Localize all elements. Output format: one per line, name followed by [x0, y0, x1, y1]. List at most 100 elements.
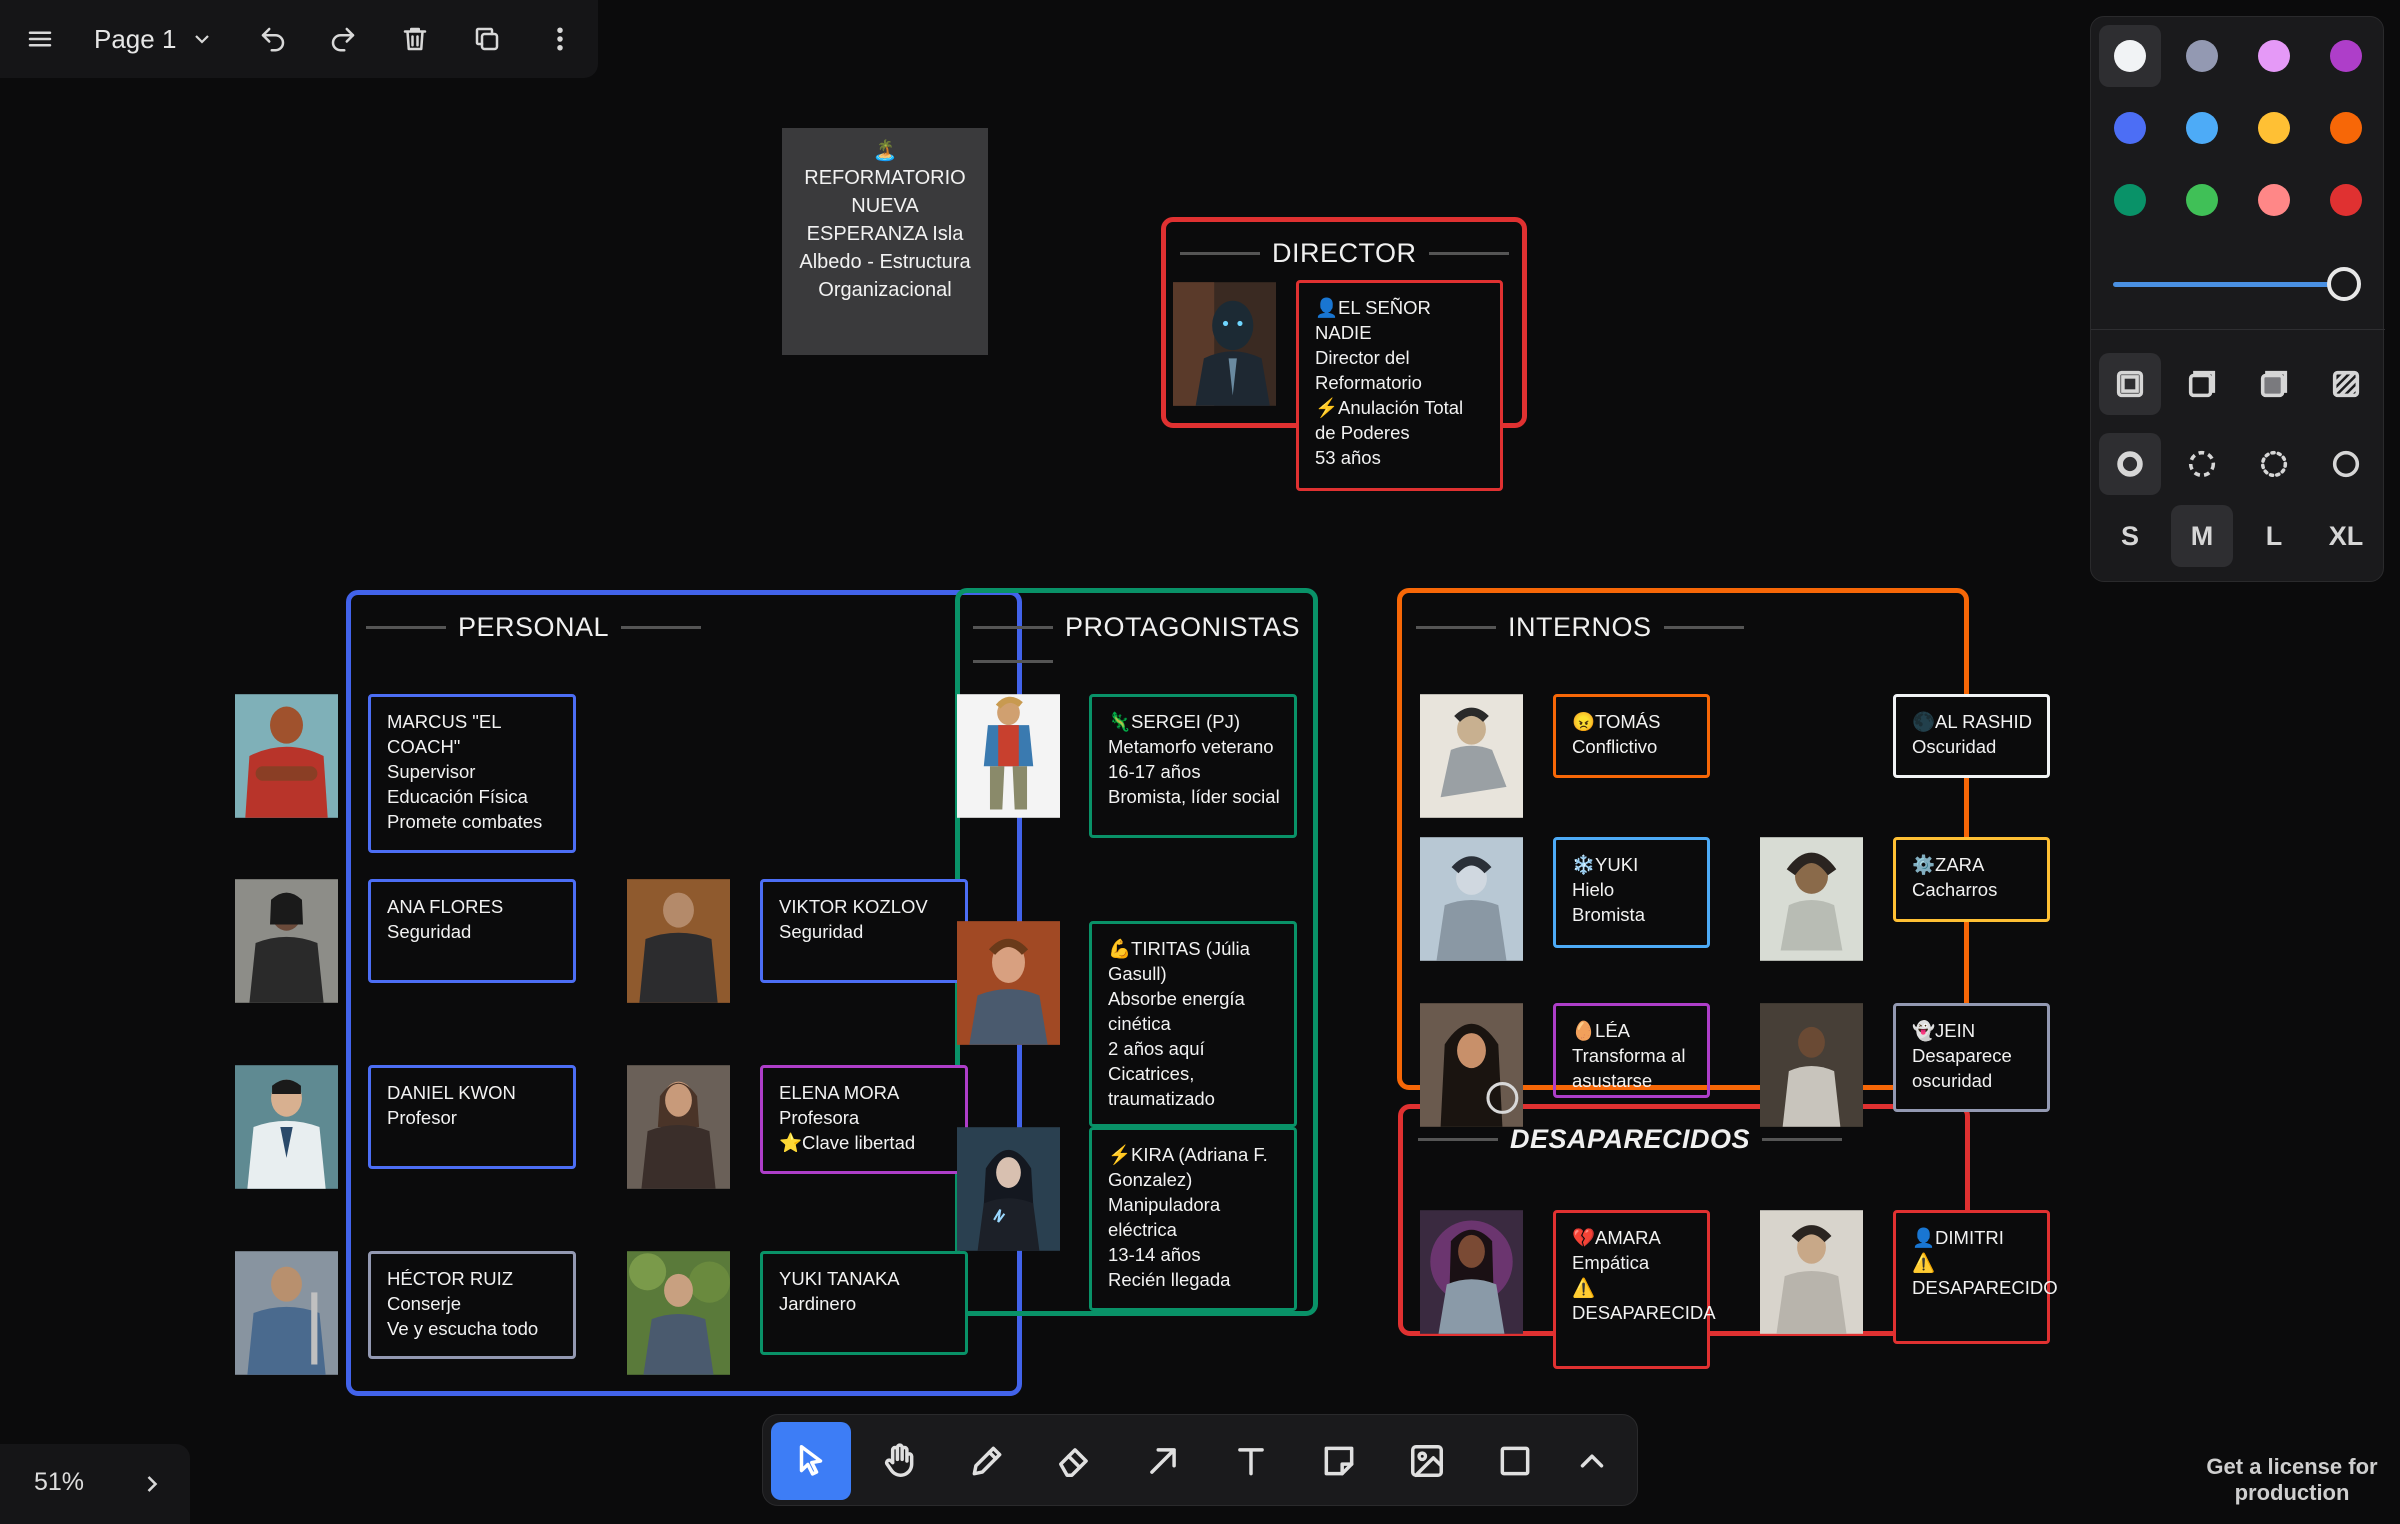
dash-solid-button[interactable]	[2315, 433, 2377, 495]
card-kira[interactable]: ⚡KIRA (Adriana F. Gonzalez) Manipuladora…	[1089, 1127, 1297, 1311]
duplicate-button[interactable]	[462, 14, 512, 64]
color-swatch-light-blue[interactable]	[2171, 97, 2233, 159]
opacity-slider-track[interactable]	[2113, 282, 2341, 287]
photo-yuki[interactable]	[1420, 837, 1523, 961]
card-daniel[interactable]: DANIEL KWON Profesor	[368, 1065, 576, 1169]
image-tool[interactable]	[1387, 1422, 1467, 1500]
photo-tomas[interactable]	[1420, 694, 1523, 818]
main-menu-button[interactable]	[15, 14, 65, 64]
frame-title-director: DIRECTOR	[1180, 238, 1509, 269]
redo-icon	[331, 27, 355, 52]
style-panel: S M L XL	[2090, 16, 2385, 582]
photo-tiritas[interactable]	[957, 921, 1060, 1045]
size-xl-button[interactable]: XL	[2315, 505, 2377, 567]
size-m-button[interactable]: M	[2171, 505, 2233, 567]
photo-viktor[interactable]	[627, 879, 730, 1003]
size-s-button[interactable]: S	[2099, 505, 2161, 567]
photo-lea[interactable]	[1420, 1003, 1523, 1127]
rectangle-tool[interactable]	[1475, 1422, 1555, 1500]
delete-button[interactable]	[390, 14, 440, 64]
color-swatch-red[interactable]	[2315, 169, 2377, 231]
photo-amara[interactable]	[1420, 1210, 1523, 1334]
photo-dimitri[interactable]	[1760, 1210, 1863, 1334]
fill-semi-button[interactable]	[2171, 353, 2233, 415]
tool-bar	[762, 1414, 1638, 1506]
title-note-text: REFORMATORIO NUEVA ESPERANZA Isla Albedo…	[799, 167, 971, 301]
chevron-down-icon	[195, 35, 210, 44]
color-swatch-yellow[interactable]	[2243, 97, 2305, 159]
card-zara[interactable]: ⚙️ZARA Cacharros	[1893, 837, 2050, 922]
page-selector[interactable]: Page 1	[94, 20, 214, 58]
more-tools-button[interactable]	[1557, 1422, 1627, 1500]
color-swatch-light-green[interactable]	[2171, 169, 2233, 231]
card-elena[interactable]: ELENA MORA Profesora ⭐Clave libertad	[760, 1065, 968, 1174]
dash-dotted-icon	[2260, 450, 2288, 478]
card-ana[interactable]: ANA FLORES Seguridad	[368, 879, 576, 983]
fill-none-button[interactable]	[2099, 353, 2161, 415]
photo-marcus[interactable]	[235, 694, 338, 818]
page-name-label: Page 1	[94, 23, 177, 54]
rectangle-icon	[1500, 1446, 1530, 1476]
card-yuki-tanaka[interactable]: YUKI TANAKA Jardinero	[760, 1251, 968, 1355]
chevron-up-icon	[1580, 1454, 1604, 1468]
card-viktor[interactable]: VIKTOR KOZLOV Seguridad	[760, 879, 968, 983]
zoom-control[interactable]: 51%	[0, 1444, 190, 1524]
card-tomas[interactable]: 😠TOMÁS Conflictivo	[1553, 694, 1710, 778]
photo-sergei[interactable]	[957, 694, 1060, 818]
color-swatch-violet[interactable]	[2315, 25, 2377, 87]
arrow-tool[interactable]	[1123, 1422, 1203, 1500]
card-hector[interactable]: HÉCTOR RUIZ Conserje Ve y escucha todo	[368, 1251, 576, 1359]
pencil-icon	[972, 1446, 1002, 1476]
color-swatch-light-violet[interactable]	[2243, 25, 2305, 87]
chevron-right-icon[interactable]	[138, 1470, 166, 1498]
card-dimitri[interactable]: 👤DIMITRI ⚠️ DESAPARECIDO	[1893, 1210, 2058, 1344]
dash-draw-button[interactable]	[2099, 433, 2161, 495]
undo-button[interactable]	[248, 14, 298, 64]
text-icon	[1238, 1448, 1264, 1476]
card-yuki[interactable]: ❄️YUKI Hielo Bromista	[1553, 837, 1710, 948]
card-sergei[interactable]: 🦎SERGEI (PJ) Metamorfo veterano 16-17 añ…	[1089, 694, 1297, 838]
card-tiritas[interactable]: 💪TIRITAS (Júlia Gasull) Absorbe energía …	[1089, 921, 1297, 1127]
opacity-slider-thumb[interactable]	[2327, 267, 2361, 301]
card-director[interactable]: 👤EL SEÑOR NADIE Director del Reformatori…	[1296, 280, 1503, 491]
card-al-rashid[interactable]: 🌑AL RASHID Oscuridad	[1893, 694, 2050, 778]
dash-dashed-button[interactable]	[2171, 433, 2233, 495]
frame-title-internos: INTERNOS	[1416, 612, 1744, 643]
color-swatch-orange[interactable]	[2315, 97, 2377, 159]
photo-jein[interactable]	[1760, 1003, 1863, 1127]
card-marcus[interactable]: MARCUS "EL COACH" Supervisor Educación F…	[368, 694, 576, 853]
license-link[interactable]: Get a license for production	[2180, 1454, 2400, 1506]
photo-kira[interactable]	[957, 1127, 1060, 1251]
photo-daniel[interactable]	[235, 1065, 338, 1189]
photo-director[interactable]	[1173, 282, 1276, 406]
dash-dotted-button[interactable]	[2243, 433, 2305, 495]
hand-icon	[884, 1443, 914, 1477]
hand-tool[interactable]	[859, 1422, 939, 1500]
island-icon: 🏝️	[872, 140, 898, 162]
eraser-tool[interactable]	[1035, 1422, 1115, 1500]
color-swatch-grey[interactable]	[2171, 25, 2233, 87]
photo-hector[interactable]	[235, 1251, 338, 1375]
select-tool[interactable]	[771, 1422, 851, 1500]
fill-pattern-button[interactable]	[2315, 353, 2377, 415]
note-tool[interactable]	[1299, 1422, 1379, 1500]
page-menu-bar: Page 1	[0, 0, 598, 78]
card-lea[interactable]: 🥚LÉA Transforma al asustarse	[1553, 1003, 1710, 1098]
more-options-button[interactable]	[535, 14, 585, 64]
fill-solid-button[interactable]	[2243, 353, 2305, 415]
color-swatch-green[interactable]	[2099, 169, 2161, 231]
color-swatch-white[interactable]	[2099, 25, 2161, 87]
text-tool[interactable]	[1211, 1422, 1291, 1500]
photo-zara[interactable]	[1760, 837, 1863, 961]
draw-tool[interactable]	[947, 1422, 1027, 1500]
color-swatch-light-red[interactable]	[2243, 169, 2305, 231]
photo-elena[interactable]	[627, 1065, 730, 1189]
photo-yuki-tanaka[interactable]	[627, 1251, 730, 1375]
color-swatch-blue[interactable]	[2099, 97, 2161, 159]
redo-button[interactable]	[318, 14, 368, 64]
size-l-button[interactable]: L	[2243, 505, 2305, 567]
card-amara[interactable]: 💔AMARA Empática ⚠️ DESAPARECIDA	[1553, 1210, 1716, 1369]
photo-ana[interactable]	[235, 879, 338, 1003]
card-jein[interactable]: 👻JEIN Desaparece oscuridad	[1893, 1003, 2050, 1112]
title-note[interactable]: 🏝️ REFORMATORIO NUEVA ESPERANZA Isla Alb…	[782, 128, 988, 355]
